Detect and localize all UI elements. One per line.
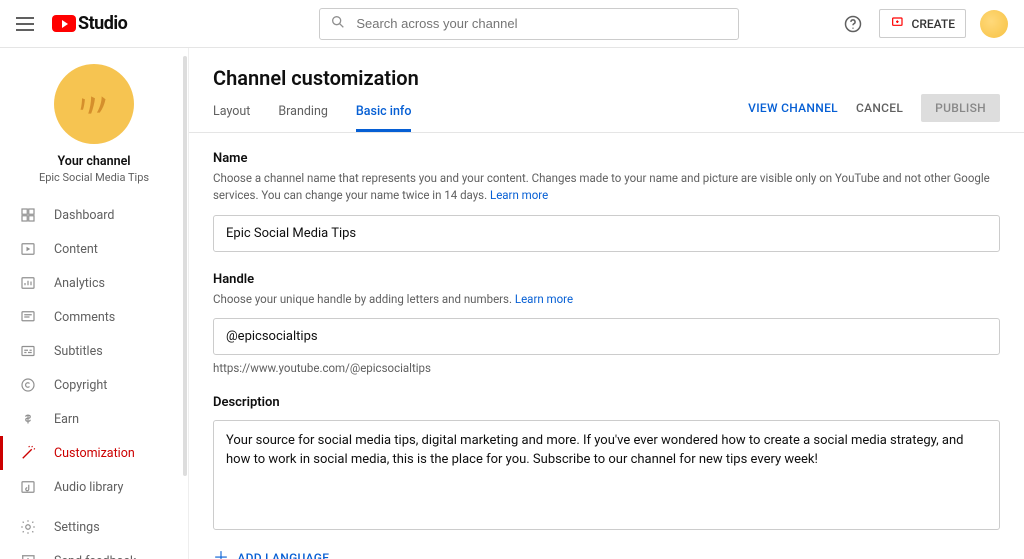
- description-field-wrap[interactable]: [213, 420, 1000, 530]
- section-name: Name Choose a channel name that represen…: [213, 151, 1000, 252]
- main-header: Channel customization Layout Branding Ba…: [189, 66, 1024, 133]
- sidebar-item-subtitles[interactable]: Subtitles: [0, 334, 188, 368]
- learn-more-link[interactable]: Learn more: [515, 292, 573, 306]
- tab-basic-info[interactable]: Basic info: [356, 104, 412, 132]
- create-label: CREATE: [912, 17, 955, 31]
- sidebar-nav: Dashboard Content Analytics Comments Sub…: [0, 198, 188, 504]
- search-input[interactable]: [354, 15, 728, 32]
- channel-avatar[interactable]: [54, 64, 134, 144]
- play-box-icon: [18, 239, 38, 259]
- section-name-title: Name: [213, 151, 1000, 166]
- sidebar-item-copyright[interactable]: Copyright: [0, 368, 188, 402]
- section-handle-title: Handle: [213, 272, 1000, 287]
- search-bar[interactable]: [319, 8, 739, 40]
- handle-input[interactable]: [226, 329, 987, 344]
- sidebar: Your channel Epic Social Media Tips Dash…: [0, 48, 188, 559]
- plus-icon: ＋: [213, 550, 229, 559]
- channel-name: Epic Social Media Tips: [39, 171, 149, 184]
- create-plus-icon: [890, 14, 906, 33]
- comments-icon: [18, 307, 38, 327]
- main-content: Channel customization Layout Branding Ba…: [188, 48, 1024, 559]
- sidebar-item-label: Customization: [54, 446, 135, 461]
- sidebar-item-content[interactable]: Content: [0, 232, 188, 266]
- youtube-play-icon: [52, 15, 76, 32]
- sidebar-item-customization[interactable]: Customization: [0, 436, 188, 470]
- learn-more-link[interactable]: Learn more: [490, 188, 548, 202]
- section-name-desc: Choose a channel name that represents yo…: [213, 170, 1000, 205]
- tab-branding[interactable]: Branding: [278, 104, 328, 132]
- subtitles-icon: [18, 341, 38, 361]
- sidebar-item-settings[interactable]: Settings: [0, 510, 188, 544]
- logo-text: Studio: [78, 13, 127, 34]
- view-channel-link[interactable]: VIEW CHANNEL: [748, 101, 838, 115]
- sidebar-item-label: Dashboard: [54, 208, 114, 223]
- section-handle: Handle Choose your unique handle by addi…: [213, 272, 1000, 375]
- add-language-button[interactable]: ＋ ADD LANGUAGE: [213, 550, 1000, 559]
- dashboard-icon: [18, 205, 38, 225]
- sidebar-item-earn[interactable]: Earn: [0, 402, 188, 436]
- channel-block: Your channel Epic Social Media Tips: [0, 56, 188, 198]
- handle-url: https://www.youtube.com/@epicsocialtips: [213, 361, 1000, 375]
- name-input[interactable]: [226, 226, 987, 241]
- name-field-wrap[interactable]: [213, 215, 1000, 252]
- section-description-title: Description: [213, 395, 1000, 410]
- cancel-button[interactable]: CANCEL: [856, 101, 903, 115]
- sidebar-item-feedback[interactable]: Send feedback: [0, 544, 188, 559]
- section-name-desc-text: Choose a channel name that represents yo…: [213, 171, 990, 202]
- channel-label: Your channel: [57, 154, 130, 169]
- sidebar-item-dashboard[interactable]: Dashboard: [0, 198, 188, 232]
- publish-button: PUBLISH: [921, 94, 1000, 122]
- earn-icon: [18, 409, 38, 429]
- add-language-label: ADD LANGUAGE: [237, 551, 329, 559]
- sidebar-item-label: Earn: [54, 412, 79, 427]
- sidebar-item-comments[interactable]: Comments: [0, 300, 188, 334]
- feedback-icon: [18, 551, 38, 559]
- description-textarea[interactable]: [226, 431, 987, 515]
- create-button[interactable]: CREATE: [879, 9, 966, 38]
- sidebar-item-label: Audio library: [54, 480, 123, 495]
- analytics-icon: [18, 273, 38, 293]
- page-title: Channel customization: [213, 66, 419, 90]
- sidebar-footer: Settings Send feedback: [0, 510, 188, 559]
- section-handle-desc-text: Choose your unique handle by adding lett…: [213, 292, 515, 306]
- sidebar-item-label: Copyright: [54, 378, 107, 393]
- sidebar-item-label: Send feedback: [54, 554, 136, 559]
- sidebar-item-label: Subtitles: [54, 344, 103, 359]
- app-header: Studio CREATE: [0, 0, 1024, 48]
- sidebar-item-analytics[interactable]: Analytics: [0, 266, 188, 300]
- sidebar-item-label: Content: [54, 242, 98, 257]
- section-description: Description: [213, 395, 1000, 530]
- sidebar-item-audio-library[interactable]: Audio library: [0, 470, 188, 504]
- wand-icon: [18, 443, 38, 463]
- section-handle-desc: Choose your unique handle by adding lett…: [213, 291, 1000, 308]
- studio-logo[interactable]: Studio: [52, 13, 127, 34]
- tabs: Layout Branding Basic info: [213, 104, 419, 132]
- sidebar-item-label: Analytics: [54, 276, 105, 291]
- help-icon[interactable]: [841, 12, 865, 36]
- hamburger-menu-icon[interactable]: [16, 12, 40, 36]
- search-icon: [330, 14, 346, 34]
- tab-layout[interactable]: Layout: [213, 104, 250, 132]
- audio-icon: [18, 477, 38, 497]
- sidebar-item-label: Comments: [54, 310, 115, 325]
- copyright-icon: [18, 375, 38, 395]
- handle-field-wrap[interactable]: [213, 318, 1000, 355]
- account-avatar[interactable]: [980, 10, 1008, 38]
- sidebar-item-label: Settings: [54, 520, 100, 535]
- gear-icon: [18, 517, 38, 537]
